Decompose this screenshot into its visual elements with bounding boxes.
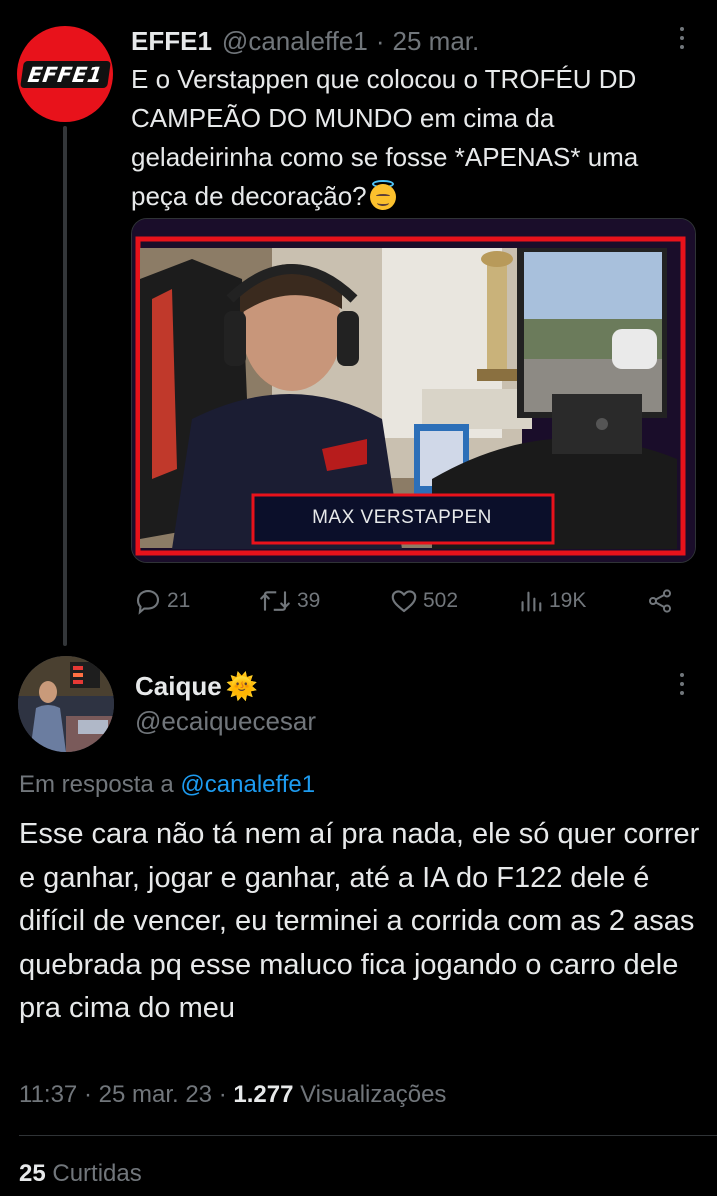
tweet-meta-row: 11:37 · 25 mar. 23 · 1.277 Visualizações	[19, 1081, 446, 1109]
tweet-time[interactable]: 11:37	[19, 1081, 77, 1108]
views-icon	[521, 591, 542, 612]
meta-separator: ·	[83, 1081, 92, 1108]
caique-profile-photo	[18, 656, 114, 752]
parent-tweet-header: EFFE1 @canaleffe1 · 25 mar.	[131, 26, 479, 56]
views-total: 1.277	[233, 1081, 294, 1108]
reply-to-label: Em resposta a	[19, 771, 174, 798]
header-separator: ·	[375, 26, 385, 56]
reply-count: 21	[167, 589, 191, 612]
reply-author-handle[interactable]: @ecaiquecesar	[135, 706, 316, 737]
avatar-effe1[interactable]: EFFE1	[17, 26, 113, 122]
more-icon[interactable]	[670, 669, 694, 699]
smiling-face-with-halo-icon	[368, 180, 398, 210]
reply-to-line: Em resposta a @canaleffe1	[19, 771, 315, 799]
like-button[interactable]: 502	[389, 584, 458, 618]
likes-summary[interactable]: 25 Curtidas	[19, 1160, 142, 1188]
likes-total: 25	[19, 1160, 46, 1187]
retweet-count: 39	[297, 589, 321, 612]
tweet-action-bar: 21 39 502 19K	[0, 584, 717, 618]
like-icon	[391, 590, 417, 613]
reply-to-mention-link[interactable]: @canaleffe1	[180, 771, 315, 798]
reply-button[interactable]: 21	[133, 584, 190, 618]
parent-tweet-date[interactable]: 25 mar.	[393, 26, 480, 57]
parent-author-handle[interactable]: @canaleffe1	[222, 26, 368, 57]
sun-with-face-icon: 🌞	[225, 671, 259, 701]
likes-label: Curtidas	[52, 1160, 142, 1187]
reply-author-name[interactable]: Caique	[135, 671, 222, 702]
reply-icon	[136, 589, 160, 615]
like-count: 502	[423, 589, 459, 612]
parent-tweet-text: E o Verstappen que colocou o TROFÉU DD C…	[131, 60, 691, 216]
parent-author-name[interactable]: EFFE1	[131, 26, 212, 57]
retweet-button[interactable]: 39	[257, 584, 320, 618]
meta-separator: ·	[218, 1081, 227, 1108]
retweet-icon	[260, 591, 290, 611]
more-icon[interactable]	[670, 23, 694, 53]
avatar-caique[interactable]	[18, 656, 114, 752]
reply-tweet-text: Esse cara não tá nem aí pra nada, ele só…	[19, 818, 700, 1024]
thread-connector-line	[63, 126, 67, 646]
media-caption-text: MAX VERSTAPPEN	[312, 507, 492, 528]
views-count: 19K	[549, 589, 587, 612]
tweet-full-date[interactable]: 25 mar. 23	[99, 1081, 212, 1108]
share-icon	[648, 589, 672, 613]
share-button[interactable]	[646, 584, 674, 618]
effe1-logo: EFFE1	[19, 60, 111, 88]
views-label: Visualizações	[300, 1081, 447, 1108]
views-button[interactable]: 19K	[519, 584, 586, 618]
effe1-logo-text: EFFE1	[25, 62, 104, 87]
reply-author-row: Caique 🌞	[135, 671, 258, 702]
divider	[19, 1135, 717, 1136]
